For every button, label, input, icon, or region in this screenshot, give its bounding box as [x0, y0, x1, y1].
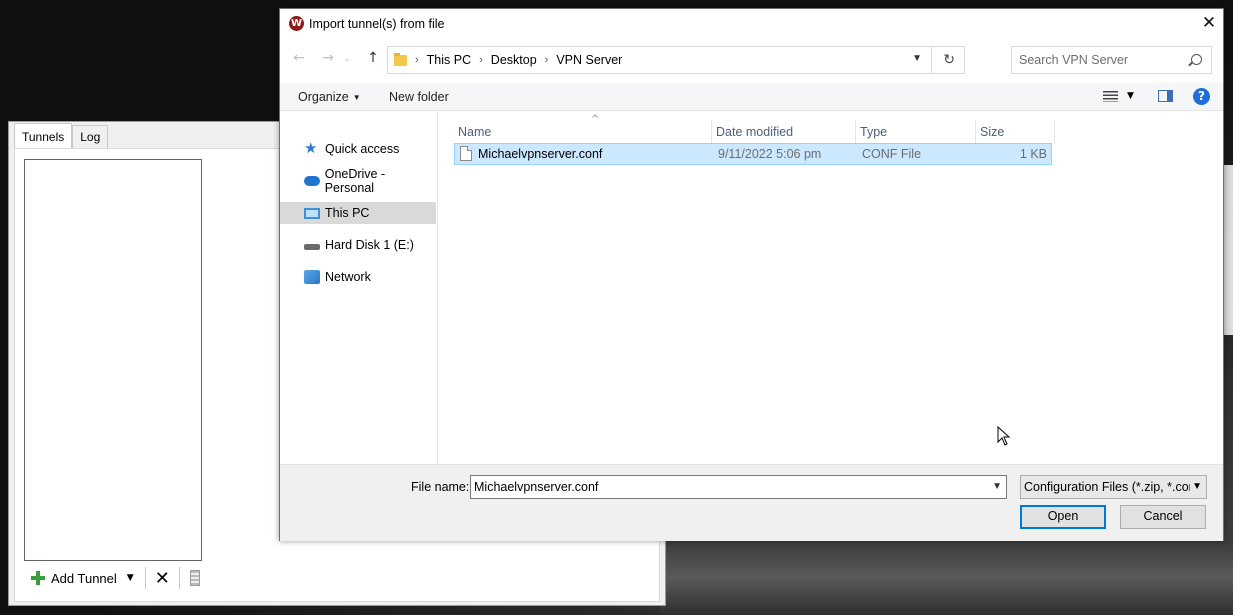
dialog-titlebar: W Import tunnel(s) from file ✕ [280, 9, 1223, 40]
column-header-date[interactable]: Date modified [712, 120, 856, 145]
refresh-icon[interactable]: ↻ [943, 51, 955, 68]
file-name-label: File name: [411, 480, 470, 494]
column-header-size[interactable]: Size [976, 120, 1055, 145]
file-name-value: Michaelvpnserver.conf [474, 480, 599, 494]
recent-locations-chevron-icon[interactable]: ⌄ [338, 54, 356, 64]
file-size: 1 KB [1019, 147, 1047, 161]
file-date: 9/11/2022 5:06 pm [718, 147, 822, 161]
address-history-chevron-icon[interactable]: ▼ [912, 53, 922, 64]
toolbar-divider [144, 567, 146, 589]
file-row[interactable]: Michaelvpnserver.conf 9/11/2022 5:06 pm … [454, 143, 1052, 165]
nav-item-this-pc[interactable]: This PC [280, 202, 436, 224]
computer-icon [304, 207, 320, 219]
nav-item-label: Quick access [325, 142, 400, 156]
back-arrow-icon[interactable]: ← [290, 50, 308, 66]
organize-menu-button[interactable]: Organize ▼ [298, 90, 361, 104]
navigation-pane: Quick access OneDrive - Personal This PC… [280, 112, 438, 464]
command-bar: Organize ▼ New folder ▼ ? [280, 83, 1223, 111]
address-bar[interactable]: › This PC › Desktop › VPN Server ▼ ↻ [387, 46, 965, 74]
column-header-name[interactable]: Name [454, 120, 712, 145]
file-name-input[interactable]: Michaelvpnserver.conf ▼ [470, 475, 1007, 499]
breadcrumb-separator-icon[interactable]: › [479, 54, 483, 66]
help-icon[interactable]: ? [1193, 88, 1210, 105]
network-icon [304, 270, 320, 284]
view-options-chevron-icon[interactable]: ▼ [1127, 91, 1134, 101]
import-file-dialog: W Import tunnel(s) from file ✕ ← → ⌄ ↑ ›… [279, 8, 1224, 541]
view-options-icon[interactable] [1103, 91, 1118, 102]
background-highlight [660, 540, 1233, 615]
file-list[interactable]: ^ Name Date modified Type Size Michaelvp… [439, 112, 1223, 464]
organize-label: Organize [298, 90, 349, 104]
tunnel-list[interactable] [24, 159, 202, 561]
navigation-bar: ← → ⌄ ↑ › This PC › Desktop › VPN Server… [280, 45, 1223, 75]
column-header-type[interactable]: Type [856, 120, 976, 145]
dialog-title: Import tunnel(s) from file [309, 17, 445, 31]
nav-item-label: OneDrive - Personal [324, 167, 386, 195]
breadcrumb-desktop[interactable]: Desktop [491, 53, 537, 67]
drive-icon [304, 244, 320, 250]
nav-item-quick-access[interactable]: Quick access [280, 138, 436, 160]
file-icon [460, 146, 472, 161]
search-placeholder: Search VPN Server [1019, 53, 1129, 67]
search-input[interactable]: Search VPN Server [1011, 46, 1212, 74]
file-type-filter-select[interactable]: Configuration Files (*.zip, *.con ▼ [1020, 475, 1207, 499]
breadcrumb-vpn-server[interactable]: VPN Server [556, 53, 622, 67]
forward-arrow-icon[interactable]: → [319, 50, 337, 66]
toolbar-divider [178, 567, 180, 589]
wireguard-logo-icon: W [289, 16, 304, 31]
close-button[interactable]: ✕ [1195, 9, 1223, 38]
nav-item-label: Hard Disk 1 (E:) [325, 238, 414, 252]
nav-item-hard-disk[interactable]: Hard Disk 1 (E:) [280, 234, 436, 256]
add-icon [31, 571, 45, 585]
nav-item-network[interactable]: Network [280, 266, 436, 288]
chevron-down-icon: ▼ [352, 93, 361, 103]
up-arrow-icon[interactable]: ↑ [364, 50, 382, 66]
preview-pane-icon[interactable] [1158, 90, 1173, 102]
column-headers: ^ Name Date modified Type Size [454, 114, 1055, 145]
folder-icon [394, 52, 407, 66]
search-icon[interactable] [1191, 54, 1202, 65]
add-tunnel-dropdown-icon[interactable]: ▼ [127, 573, 134, 583]
cancel-button[interactable]: Cancel [1120, 505, 1206, 529]
tab-log[interactable]: Log [72, 125, 109, 148]
new-folder-button[interactable]: New folder [389, 90, 449, 104]
file-type-filter-value: Configuration Files (*.zip, *.con [1024, 480, 1196, 494]
file-name: Michaelvpnserver.conf [478, 147, 603, 161]
address-divider [931, 47, 932, 73]
dialog-footer: File name: Michaelvpnserver.conf ▼ Confi… [280, 464, 1223, 541]
breadcrumb-separator-icon[interactable]: › [415, 54, 419, 66]
tunnel-toolbar: Add Tunnel ▼ ✕ [24, 564, 202, 592]
chevron-down-icon[interactable]: ▼ [992, 481, 1002, 492]
cloud-icon [304, 176, 320, 186]
file-type: CONF File [862, 147, 922, 161]
delete-tunnel-icon[interactable]: ✕ [151, 568, 174, 589]
star-icon [304, 139, 320, 157]
nav-item-label: Network [325, 270, 371, 284]
nav-item-onedrive[interactable]: OneDrive - Personal [280, 167, 436, 195]
chevron-down-icon: ▼ [1190, 481, 1202, 492]
tab-bar: Tunnels Log [14, 123, 109, 148]
export-zip-icon[interactable] [189, 570, 200, 586]
tab-tunnels[interactable]: Tunnels [14, 123, 73, 148]
breadcrumb-separator-icon[interactable]: › [545, 54, 549, 66]
add-tunnel-label: Add Tunnel [51, 570, 117, 586]
nav-item-label: This PC [325, 206, 370, 220]
open-button[interactable]: Open [1020, 505, 1106, 529]
breadcrumb-this-pc[interactable]: This PC [427, 53, 471, 67]
add-tunnel-button[interactable]: Add Tunnel [24, 564, 117, 592]
